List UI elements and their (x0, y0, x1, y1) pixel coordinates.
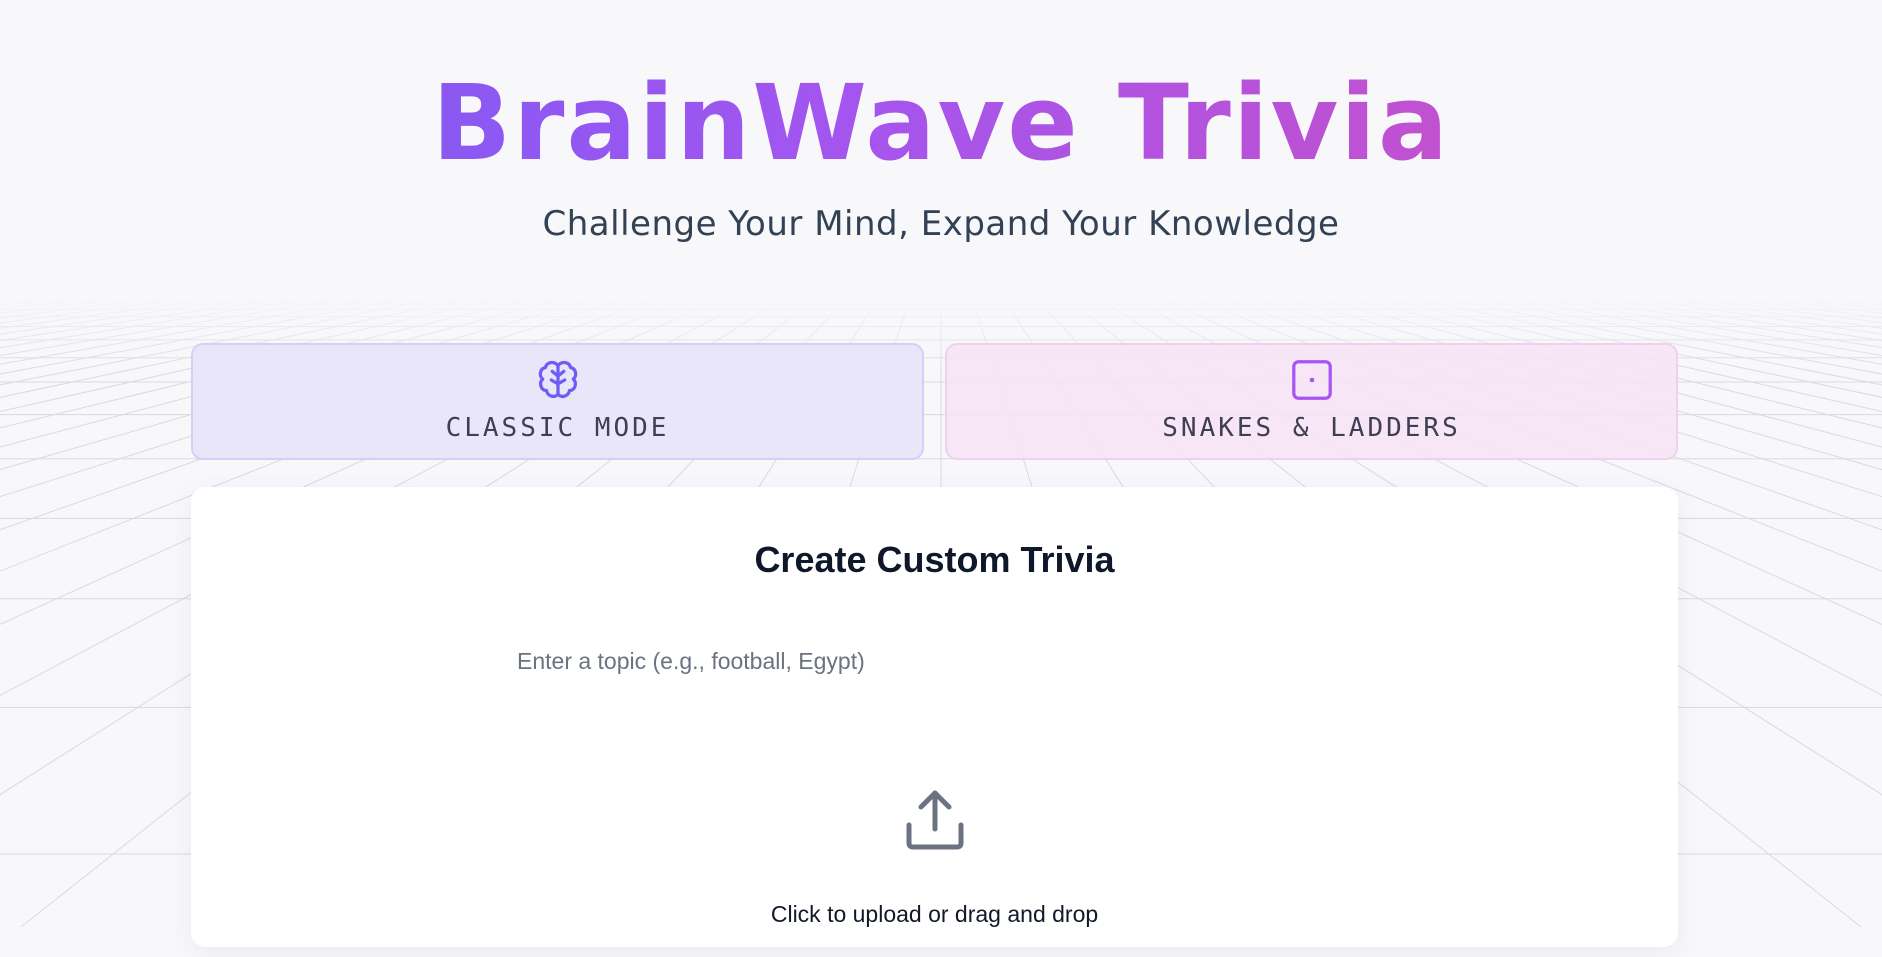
snakes-ladders-mode-button[interactable]: SNAKES & LADDERS (945, 343, 1678, 460)
classic-mode-label: CLASSIC MODE (445, 413, 670, 443)
brain-icon (538, 360, 577, 398)
topic-input[interactable] (511, 637, 1361, 685)
app-subtitle: Challenge Your Mind, Expand Your Knowled… (542, 204, 1340, 244)
upload-icon (906, 790, 963, 850)
dice-icon (1291, 360, 1332, 400)
custom-trivia-card: Create Custom Trivia Click to upload or … (191, 487, 1678, 947)
classic-mode-button[interactable]: CLASSIC MODE (191, 343, 924, 460)
app-title: BrainWave Trivia (0, 58, 1882, 188)
custom-trivia-title: Create Custom Trivia (754, 539, 1115, 580)
upload-instruction-text: Click to upload or drag and drop (770, 901, 1099, 927)
snakes-ladders-mode-label: SNAKES & LADDERS (1162, 413, 1461, 443)
file-upload-dropzone[interactable]: Click to upload or drag and drop (191, 787, 1678, 957)
